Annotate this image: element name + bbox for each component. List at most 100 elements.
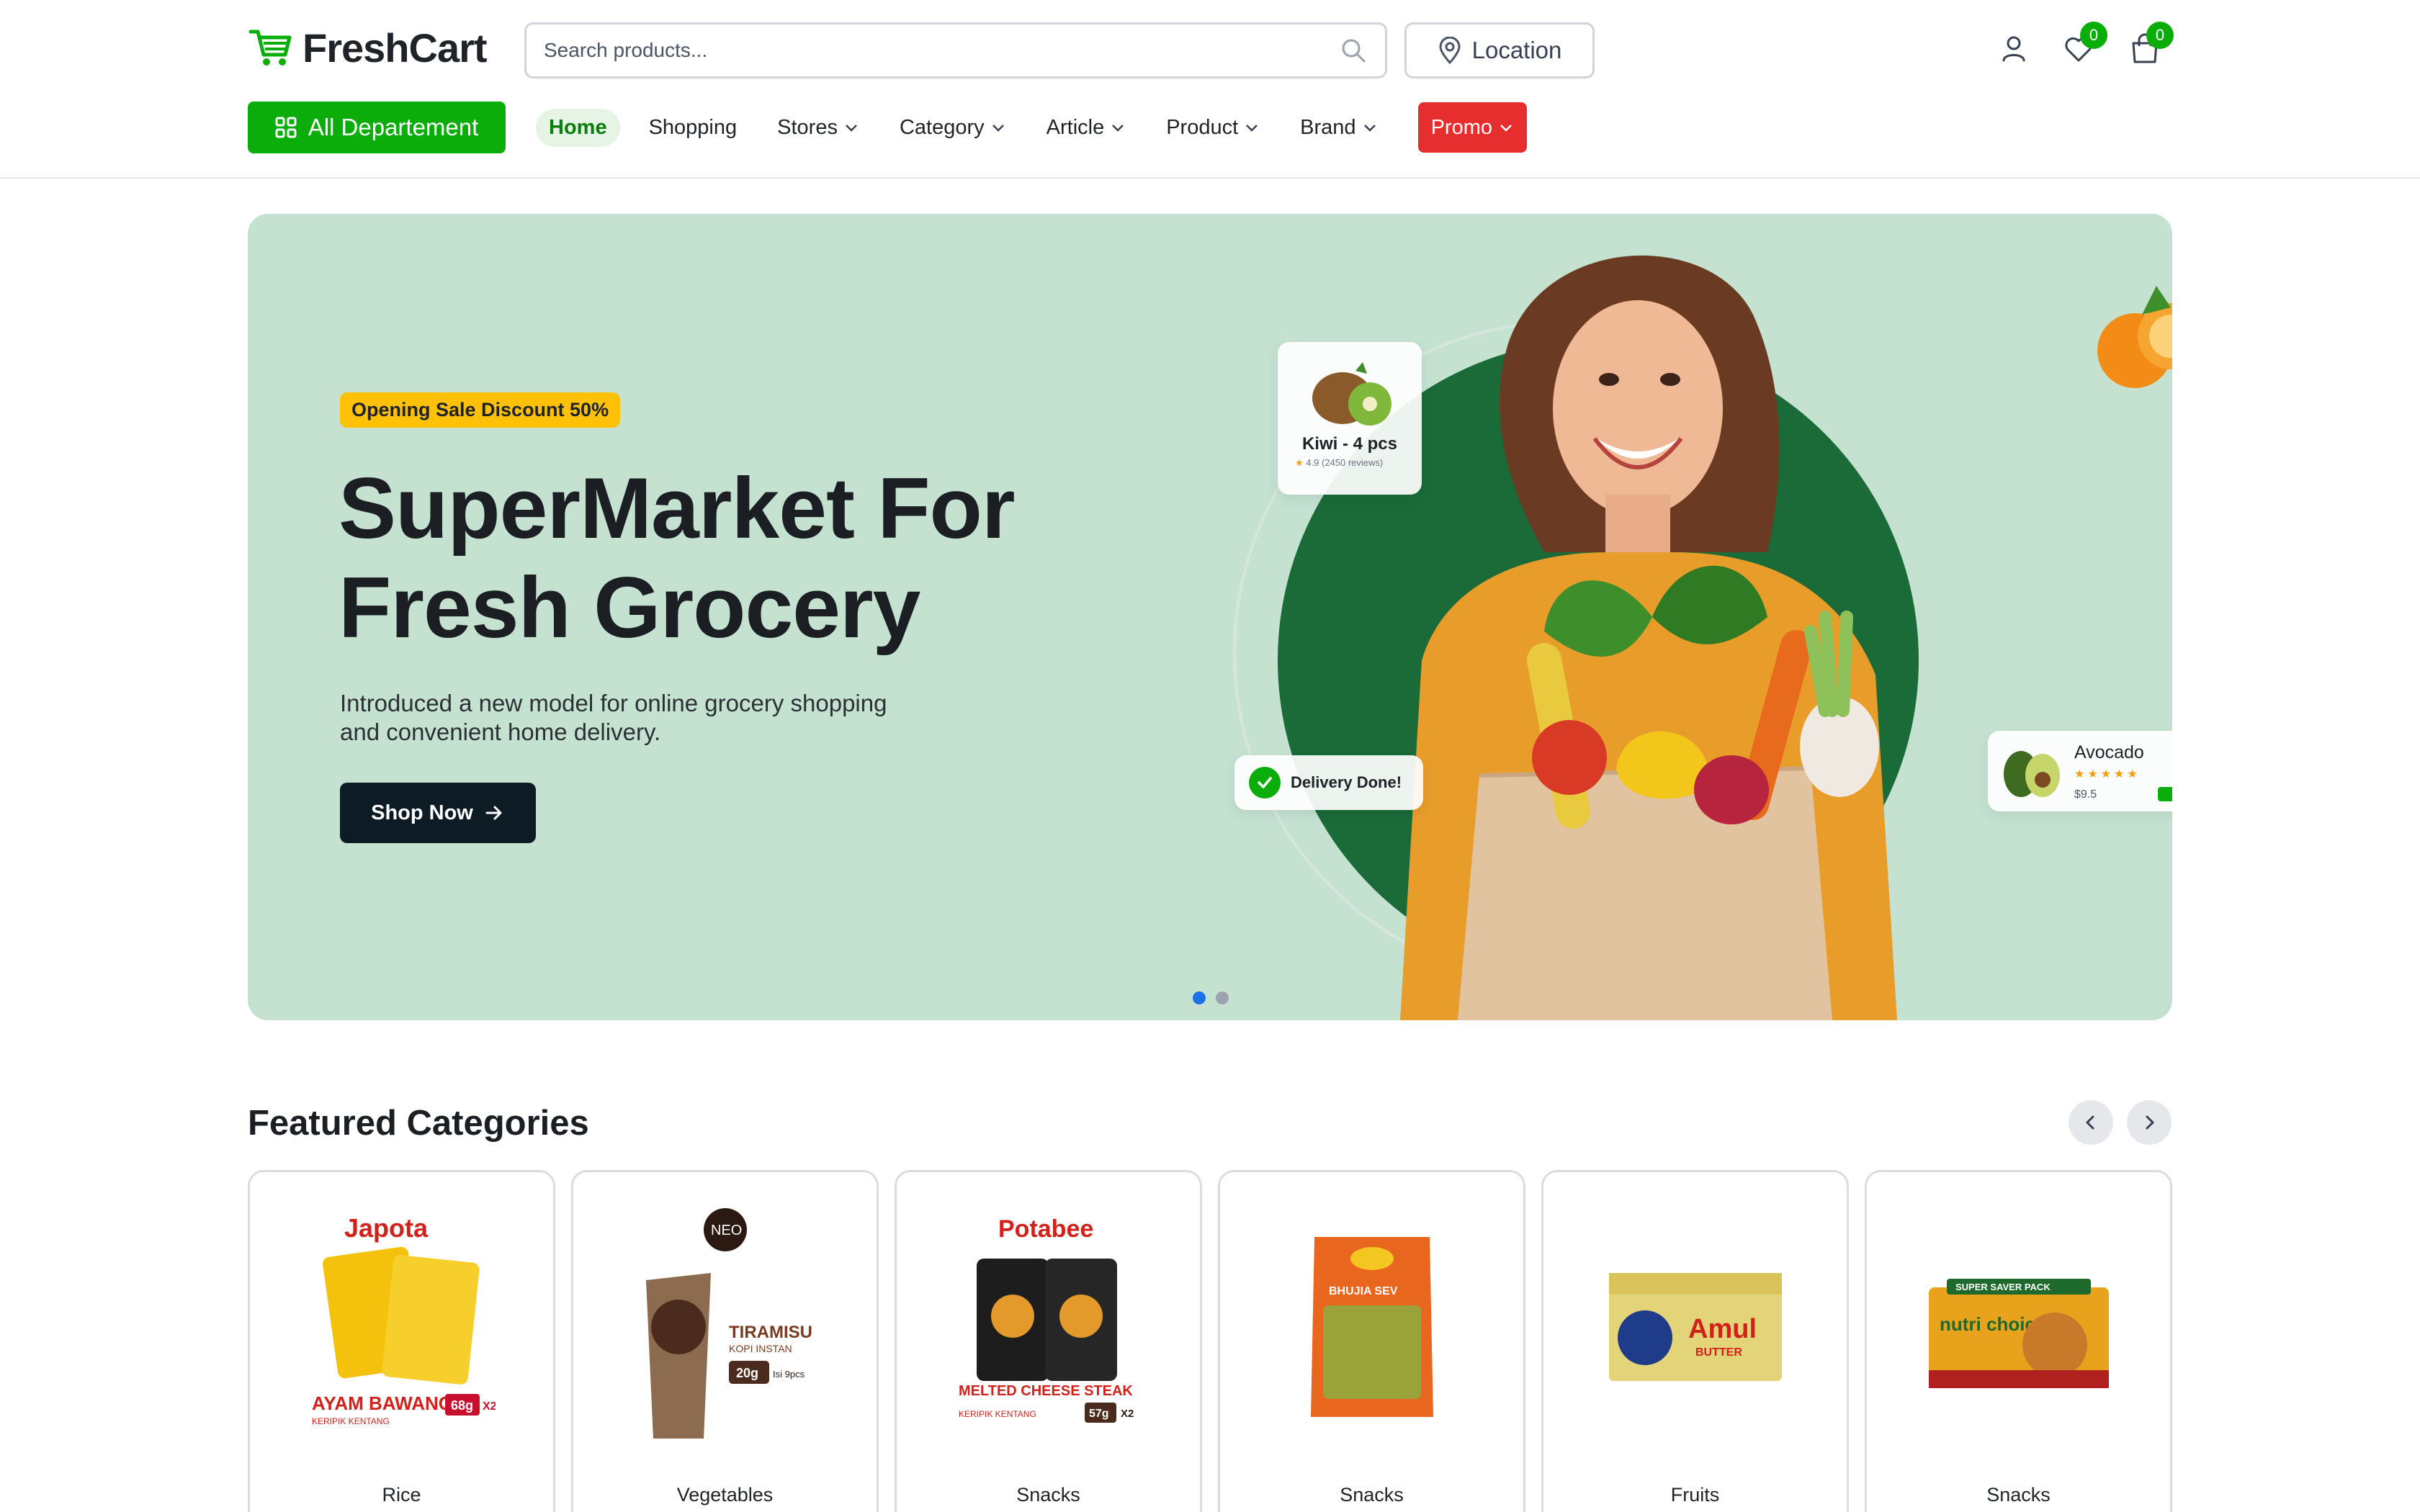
category-name: Snacks — [1986, 1484, 2051, 1506]
brand-logo[interactable]: FreshCart — [248, 24, 488, 71]
category-pack-text: X2 — [483, 1400, 496, 1413]
map-pin-icon — [1439, 37, 1461, 64]
kiwi-rating-value: 4.9 — [1306, 457, 1319, 468]
category-image: SUPER SAVER PACK nutri choice — [1928, 1279, 2109, 1388]
category-weight-text: 68g — [451, 1398, 473, 1413]
avocado-product-card[interactable]: Avocado ★★★★★ $9.5 — [1988, 731, 2172, 811]
nav-item-label: Brand — [1300, 115, 1356, 139]
chevron-left-icon — [2085, 1115, 2094, 1130]
category-weight-text: 20g — [736, 1366, 758, 1380]
page: FreshCart Location — [0, 0, 2420, 1512]
chevron-down-icon — [992, 125, 1004, 132]
search-icon[interactable] — [1339, 36, 1368, 65]
avocado-card-stars: ★★★★★ — [2074, 768, 2141, 780]
prev-button[interactable] — [2069, 1100, 2113, 1145]
nav-item-promo[interactable]: Promo — [1417, 102, 1527, 153]
category-list: Japota AYAM BAWANG KERIPIK KENTANG 68g X… — [248, 1170, 2172, 1512]
account-button[interactable] — [1996, 32, 2031, 66]
main-nav: Home Shopping Stores Category Article Pr… — [536, 102, 1527, 153]
nav-item-brand[interactable]: Brand — [1300, 116, 1377, 140]
category-card[interactable]: Amul BUTTER Fruits — [1541, 1170, 1849, 1512]
user-icon — [2002, 36, 2025, 62]
wishlist-button[interactable]: 0 — [2061, 22, 2107, 66]
featured-categories-title: Featured Categories — [248, 1104, 589, 1143]
add-to-cart-button[interactable] — [2158, 787, 2172, 801]
star-icon: ★ — [1295, 457, 1304, 468]
wishlist-count-badge: 0 — [2080, 22, 2107, 49]
category-image: Amul BUTTER — [1608, 1273, 1782, 1381]
delivery-status-card: Delivery Done! — [1234, 755, 1423, 810]
chevron-down-icon — [1112, 125, 1124, 132]
nav-item-stores[interactable]: Stores — [777, 116, 859, 140]
nav-item-label: Product — [1166, 115, 1239, 139]
hero-description-line: and convenient home delivery. — [340, 719, 661, 745]
location-button[interactable]: Location — [1404, 22, 1595, 78]
arrow-right-icon — [485, 806, 502, 820]
category-name: Vegetables — [676, 1484, 774, 1506]
nav-item-home[interactable]: Home — [536, 108, 620, 147]
all-departments-label: All Departement — [308, 114, 479, 140]
carousel-dot[interactable] — [1193, 991, 1206, 1004]
all-departments-button[interactable]: All Departement — [248, 102, 506, 153]
category-note-text: KERIPIK KENTANG — [959, 1409, 1036, 1419]
category-name: Snacks — [1016, 1484, 1080, 1506]
nav-item-label: Article — [1046, 115, 1105, 139]
brand-name: FreshCart — [302, 24, 488, 71]
category-name: Rice — [382, 1484, 421, 1506]
kiwi-card-rating: ★ 4.9 (2450 reviews) — [1295, 457, 1383, 469]
hero-title: SuperMarket For Fresh Grocery — [339, 459, 1131, 657]
hero-description-line: Introduced a new model for online grocer… — [340, 690, 887, 716]
carousel-pagination — [1193, 991, 1229, 1004]
category-pack-text: Isi 9pcs — [773, 1369, 805, 1380]
nav-item-category[interactable]: Category — [900, 116, 1006, 140]
category-name: Fruits — [1670, 1484, 1720, 1506]
category-card[interactable]: BHUJIA SEV Snacks — [1218, 1170, 1525, 1512]
hero-title-line: Fresh Grocery — [339, 559, 920, 656]
shop-now-button[interactable]: Shop Now — [340, 783, 536, 843]
category-card[interactable]: Potabee MELTED CHEESE STEAK KERIPIK KENT… — [895, 1170, 1202, 1512]
hero-description: Introduced a new model for online grocer… — [340, 689, 974, 747]
delivery-status-label: Delivery Done! — [1291, 773, 1402, 791]
kiwi-review-count: (2450 reviews) — [1321, 457, 1384, 468]
avocado-card-price: $9.5 — [2074, 788, 2097, 801]
category-image: Japota AYAM BAWANG KERIPIK KENTANG 68g X… — [312, 1213, 496, 1426]
cart-logo-icon — [248, 30, 292, 66]
category-note-text: KOPI INSTAN — [729, 1343, 792, 1354]
kiwi-product-card[interactable]: Kiwi - 4 pcs ★ 4.9 (2450 reviews) — [1278, 342, 1422, 495]
nav-item-label: Stores — [777, 115, 838, 139]
kiwi-card-name: Kiwi - 4 pcs — [1301, 434, 1398, 454]
carousel-dot[interactable] — [1216, 991, 1229, 1004]
category-card[interactable]: SUPER SAVER PACK nutri choice Snacks — [1865, 1170, 2172, 1512]
hero-banner: Opening Sale Discount 50% SuperMarket Fo… — [248, 214, 2172, 1020]
chevron-right-icon — [2146, 1115, 2155, 1130]
grid-icon — [275, 117, 297, 138]
category-card[interactable]: NEO TIRAMISU KOPI INSTAN 20g Isi 9pcs Ve… — [571, 1170, 879, 1512]
category-image: NEO TIRAMISU KOPI INSTAN 20g Isi 9pcs — [645, 1208, 812, 1439]
hero-sale-tag: Opening Sale Discount 50% — [340, 392, 621, 428]
shop-now-label: Shop Now — [371, 801, 473, 824]
category-weight-text: 57g — [1089, 1408, 1109, 1420]
nav-item-label: Shopping — [648, 115, 738, 139]
nav-item-shopping[interactable]: Shopping — [649, 116, 738, 140]
next-button[interactable] — [2127, 1100, 2172, 1145]
category-image: Potabee MELTED CHEESE STEAK KERIPIK KENT… — [959, 1215, 1134, 1423]
category-variant-text: TIRAMISU — [729, 1323, 812, 1342]
nav-item-product[interactable]: Product — [1166, 116, 1260, 140]
hero-illustration — [1233, 255, 2172, 1020]
category-card[interactable]: Japota AYAM BAWANG KERIPIK KENTANG 68g X… — [248, 1170, 555, 1512]
chevron-down-icon — [1500, 125, 1512, 132]
avocado-card-name: Avocado — [2074, 742, 2144, 762]
category-variant-text: SUPER SAVER PACK — [1955, 1282, 2051, 1292]
category-brand-text: Japota — [344, 1213, 429, 1243]
cart-count-badge: 0 — [2146, 22, 2174, 49]
category-variant-text: MELTED CHEESE STEAK — [959, 1383, 1133, 1399]
search-box — [524, 22, 1387, 78]
category-image: BHUJIA SEV — [1310, 1237, 1433, 1417]
hero-title-line: SuperMarket For — [339, 460, 1016, 557]
nav-item-article[interactable]: Article — [1047, 116, 1126, 140]
check-circle-icon — [1249, 767, 1281, 798]
category-brand-text: Potabee — [998, 1215, 1093, 1243]
site-header: FreshCart Location — [0, 0, 2420, 179]
cart-button[interactable]: 0 — [2128, 22, 2174, 66]
search-input[interactable] — [544, 39, 1339, 62]
